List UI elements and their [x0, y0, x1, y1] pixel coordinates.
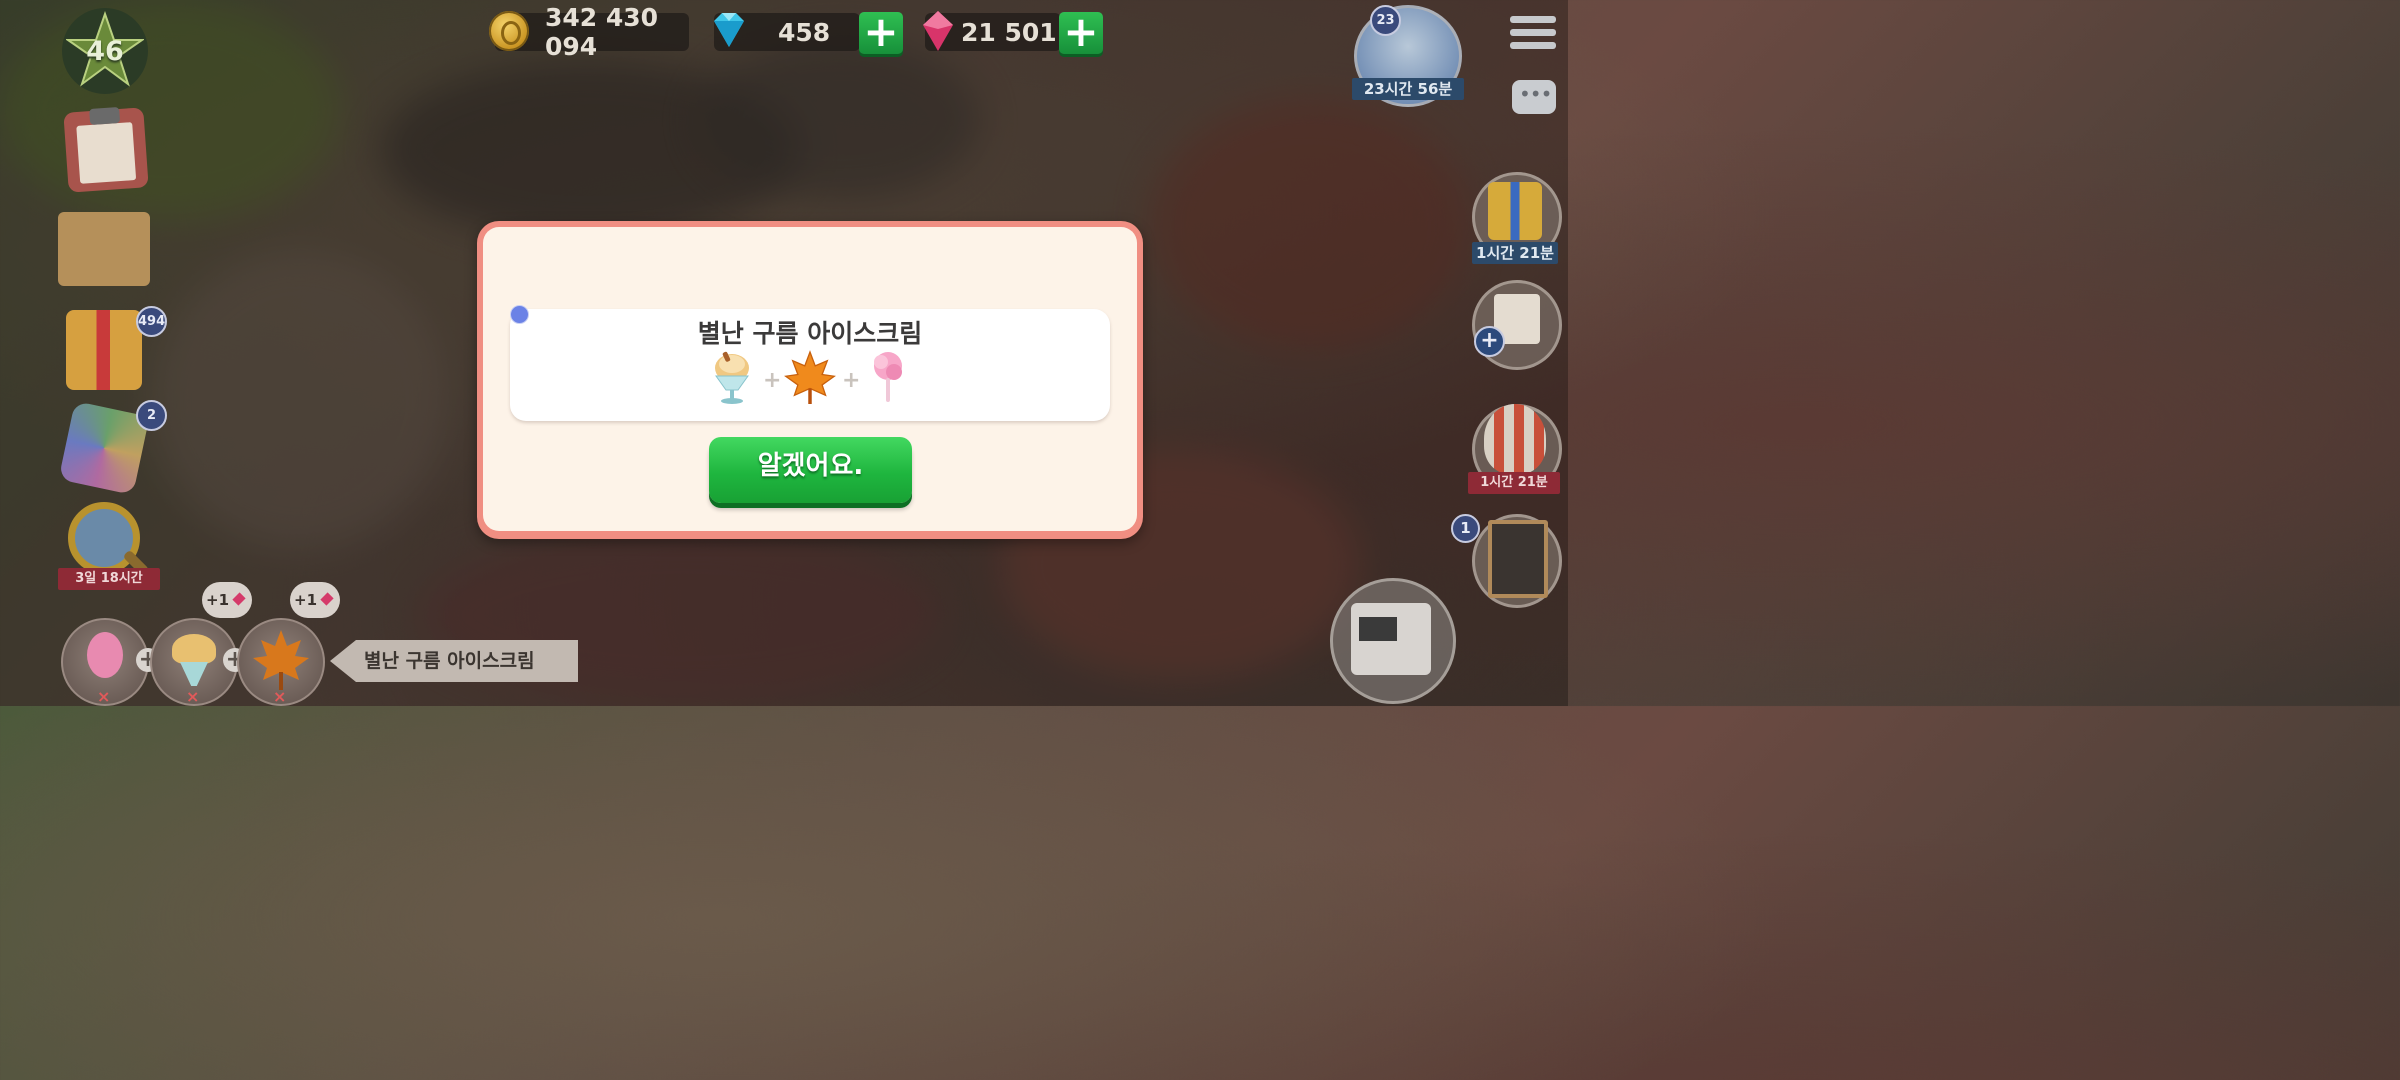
- remove-icon[interactable]: ×: [97, 687, 110, 706]
- hamburger-menu-icon[interactable]: [1510, 16, 1556, 54]
- coin-icon: [489, 11, 529, 51]
- cube-count-badge: 2: [136, 400, 167, 431]
- ice-cream-cup-icon: [715, 351, 749, 404]
- board-count-badge: 1: [1451, 514, 1480, 543]
- cotton-candy-icon: [874, 352, 902, 402]
- chat-icon[interactable]: [1512, 80, 1556, 114]
- search-event-timer: 3일 18시간: [58, 568, 160, 590]
- gold-gift-icon: [1488, 182, 1542, 240]
- gem-icon: [320, 592, 334, 606]
- bonus-bubble-1: +1: [202, 582, 252, 618]
- coffee-board-icon: [1488, 520, 1548, 598]
- diamond-icon: [714, 13, 744, 47]
- maple-leaf-slot[interactable]: ×: [237, 618, 325, 706]
- plus-icon: +: [763, 368, 782, 393]
- add-order-icon[interactable]: +: [1474, 326, 1505, 357]
- diamond-amount: 458: [778, 17, 831, 47]
- maple-leaf-icon: [784, 350, 836, 404]
- bonus-bubble-2: +1: [290, 582, 340, 618]
- gift-icon[interactable]: [66, 310, 142, 390]
- hot-air-balloon-icon: [1484, 404, 1546, 474]
- box-icon[interactable]: [58, 212, 150, 286]
- ok-button[interactable]: 알겠어요.: [709, 437, 912, 503]
- cash-register-icon: [1351, 603, 1431, 675]
- cotton-candy-icon: [87, 632, 123, 678]
- cash-register-button[interactable]: [1330, 578, 1456, 704]
- gift-timer: 1시간 21분: [1472, 242, 1558, 264]
- buy-diamonds-button[interactable]: +: [859, 11, 903, 54]
- diamond-counter: 458: [714, 13, 860, 51]
- recipe-title: 별난 구름 아이스크림: [697, 319, 923, 348]
- task-clipboard-icon[interactable]: [63, 106, 149, 193]
- level-badge[interactable]: 46: [62, 8, 148, 94]
- ice-cream-cup-icon: [172, 634, 216, 664]
- gem-counter: 21 501: [923, 11, 1061, 51]
- buy-gems-button[interactable]: +: [1059, 11, 1103, 54]
- gift-count-badge: 494: [136, 306, 167, 337]
- ingredient-list: + +: [700, 350, 920, 408]
- coin-amount: 342 430 094: [545, 3, 659, 61]
- gem-icon: [232, 592, 246, 606]
- remove-icon[interactable]: ×: [186, 687, 199, 706]
- coin-counter: 342 430 094: [489, 3, 689, 61]
- balloon-timer: 1시간 21분: [1468, 472, 1560, 494]
- plus-icon: +: [842, 368, 861, 393]
- level-number: 46: [86, 35, 124, 67]
- red-gem-icon: [923, 11, 953, 51]
- maple-leaf-icon: [253, 630, 309, 690]
- event-timer: 23시간 56분: [1352, 78, 1464, 100]
- gem-amount: 21 501: [961, 17, 1057, 47]
- recipe-name-tag: 별난 구름 아이스크림: [330, 640, 578, 682]
- remove-icon[interactable]: ×: [273, 687, 286, 706]
- event-count-badge: 23: [1370, 5, 1401, 36]
